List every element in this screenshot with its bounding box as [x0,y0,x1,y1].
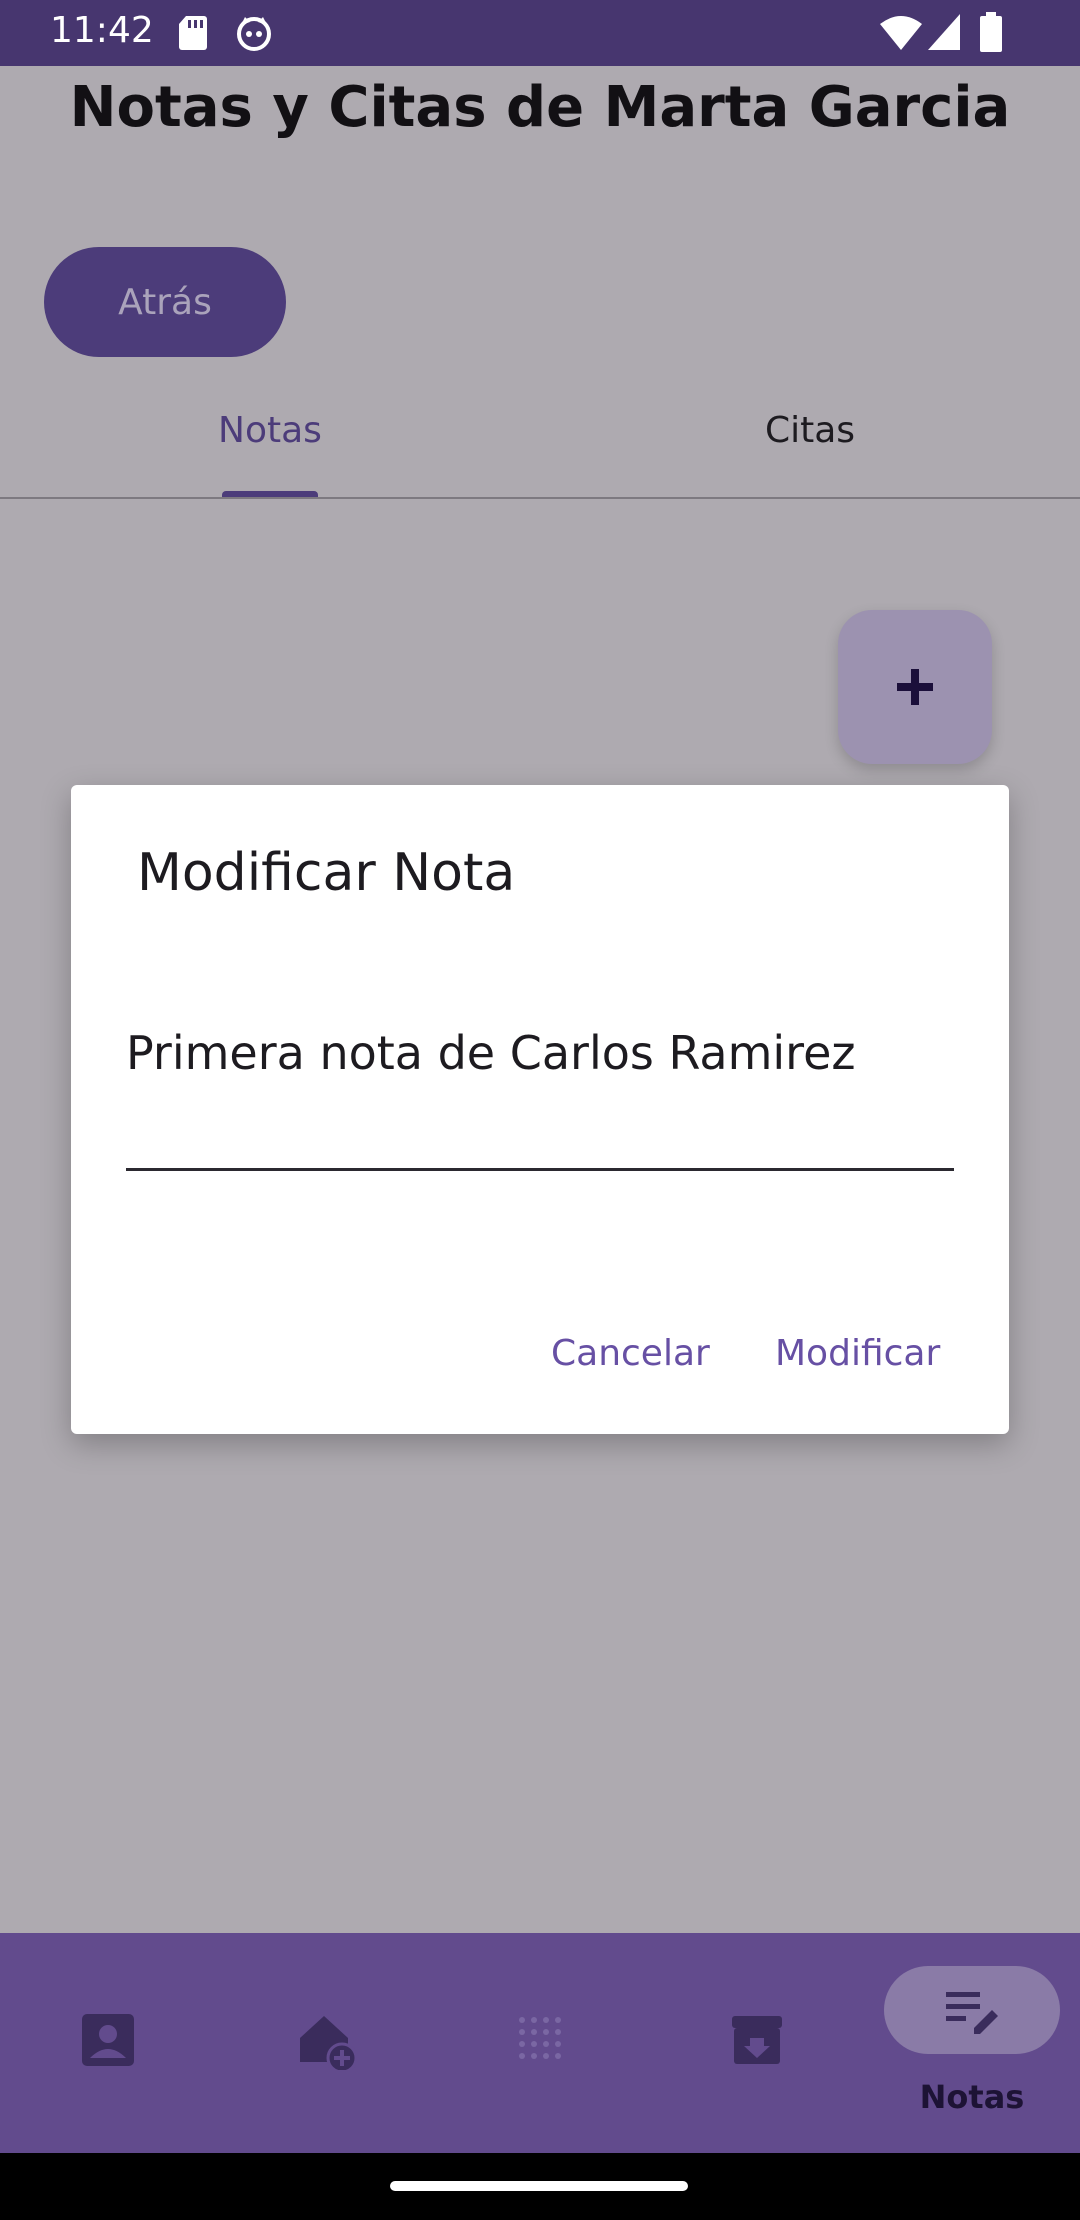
home-indicator[interactable] [390,2181,688,2191]
status-time: 11:42 [50,10,154,51]
wifi-icon [880,16,922,50]
battery-icon [980,12,1002,52]
nav-item-notas[interactable] [884,1966,1060,2054]
cat-face-icon [237,17,271,51]
modify-note-dialog: Modificar Nota Cancelar Modificar [71,785,1009,1434]
contact-icon[interactable] [78,2010,138,2070]
tab-divider [0,497,1080,499]
cancel-button[interactable]: Cancelar [551,1333,710,1374]
input-underline [126,1168,954,1171]
add-note-button[interactable] [838,610,992,764]
status-bar: 11:42 [0,0,1080,66]
plus-icon [897,669,933,705]
edit-notes-icon [946,1992,998,2034]
dialog-title: Modificar Nota [137,843,516,903]
dots-grid-icon[interactable] [512,2010,572,2070]
tab-citas[interactable]: Citas [720,410,900,451]
sd-card-icon [179,16,207,50]
archive-download-icon[interactable] [728,2010,788,2070]
add-home-icon[interactable] [296,2010,356,2070]
signal-icon [928,14,960,50]
note-text-input[interactable] [126,1023,954,1083]
page-title: Notas y Citas de Marta Garcia [69,75,1011,140]
modify-button[interactable]: Modificar [775,1333,940,1374]
tab-notas[interactable]: Notas [180,410,360,451]
back-button[interactable]: Atrás [44,247,286,357]
nav-label-notas: Notas [919,2078,1025,2116]
